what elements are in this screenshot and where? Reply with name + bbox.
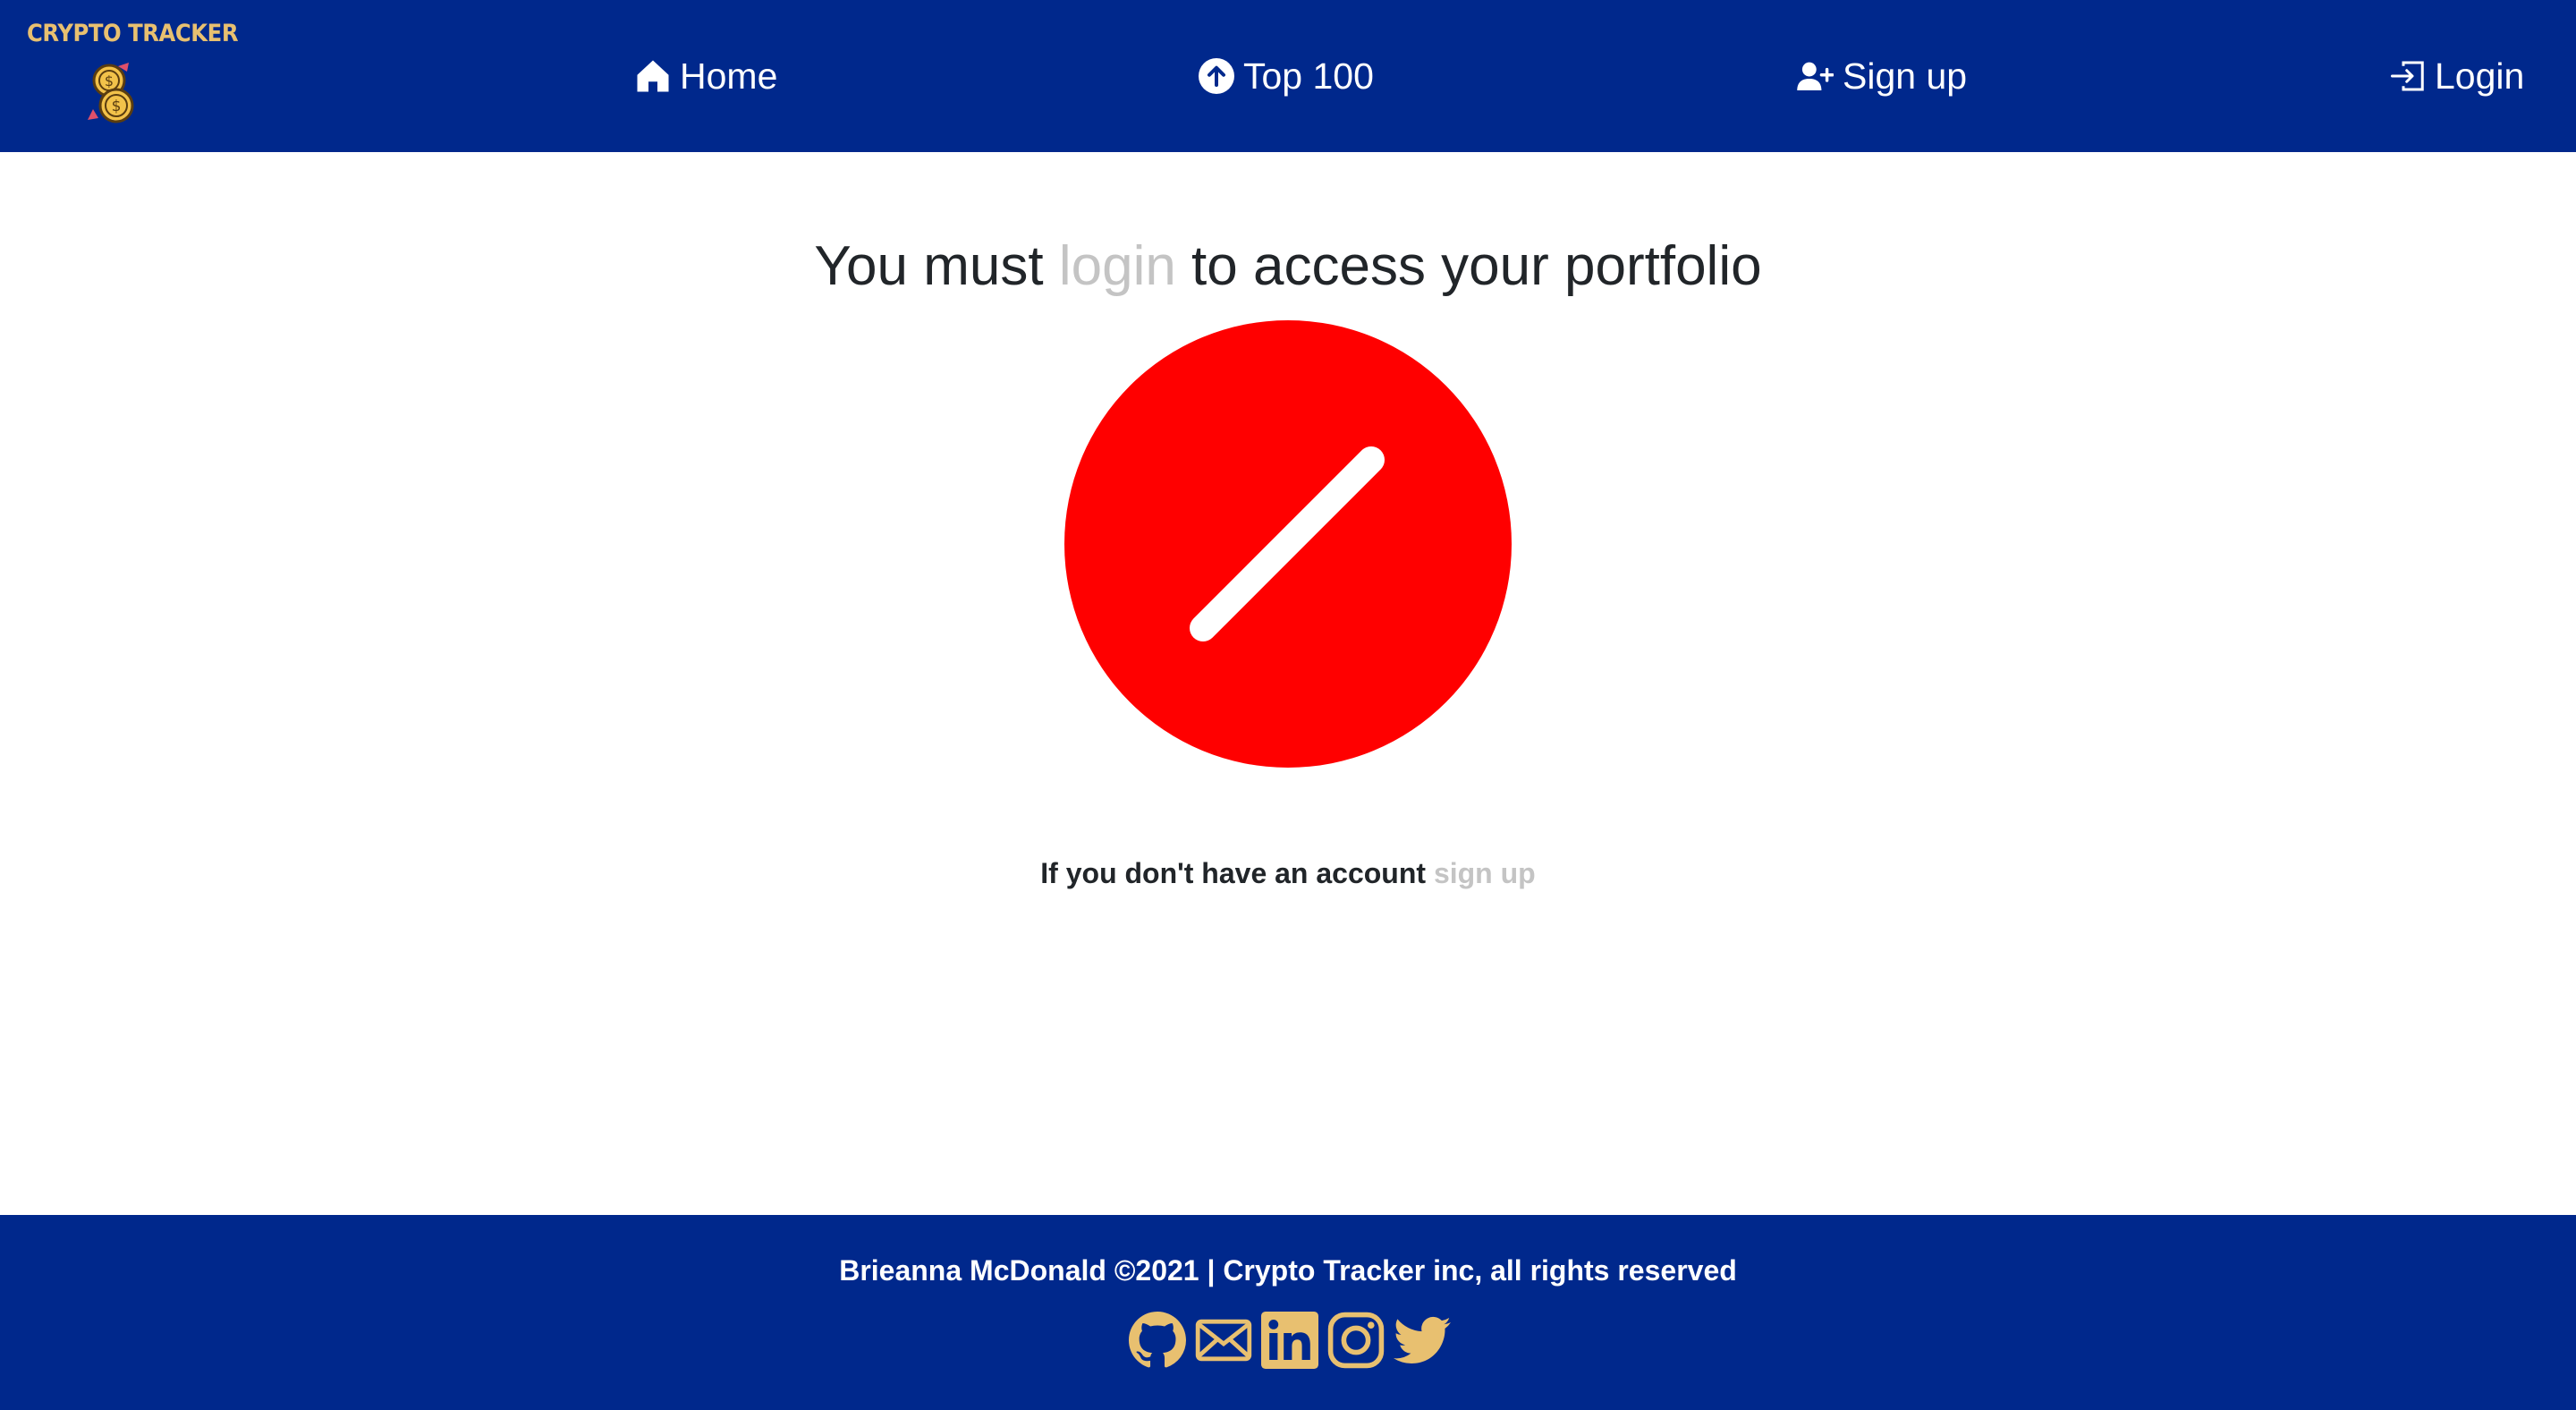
footer: Brieanna McDonald ©2021 | Crypto Tracker… — [0, 1215, 2576, 1410]
brand-name: CRYPTO TRACKER — [27, 20, 239, 47]
login-link[interactable]: login — [1059, 235, 1176, 297]
person-plus-icon — [1797, 62, 1834, 91]
home-icon — [637, 60, 669, 92]
box-arrow-in-right-icon — [2391, 61, 2424, 91]
sign-up-link[interactable]: sign up — [1434, 857, 1536, 889]
signup-prompt-text: If you don't have an account — [1040, 857, 1434, 889]
nav-login-label: Login — [2435, 55, 2525, 97]
github-icon[interactable] — [1129, 1312, 1186, 1369]
nav-home[interactable]: Home — [635, 47, 777, 106]
footer-copyright: Brieanna McDonald ©2021 | Crypto Tracker… — [839, 1254, 1737, 1287]
nav-top-100[interactable]: Top 100 — [1199, 47, 1374, 106]
nav-home-label: Home — [680, 55, 778, 97]
title-prefix: You must — [814, 235, 1059, 297]
page-title: You must login to access your portfolio — [0, 234, 2576, 298]
arrow-up-circle-icon — [1199, 58, 1234, 94]
svg-text:$: $ — [112, 98, 122, 115]
twitter-icon[interactable] — [1394, 1312, 1451, 1369]
nav-top-100-label: Top 100 — [1243, 55, 1374, 97]
crypto-coins-icon: $ $ — [88, 63, 134, 123]
brand-logo[interactable]: CRYPTO TRACKER $ $ — [27, 20, 239, 129]
forbidden-sign-icon — [1064, 320, 1512, 768]
envelope-icon[interactable] — [1195, 1312, 1252, 1369]
social-links — [1129, 1312, 1451, 1369]
navbar: CRYPTO TRACKER $ $ Home Top 100 Sign up … — [0, 0, 2576, 152]
linkedin-icon[interactable] — [1261, 1312, 1318, 1369]
nav-sign-up-label: Sign up — [1843, 55, 1968, 97]
nav-sign-up[interactable]: Sign up — [1796, 47, 1967, 106]
signup-prompt: If you don't have an account sign up — [0, 857, 2576, 890]
svg-text:$: $ — [105, 72, 114, 89]
instagram-icon[interactable] — [1327, 1312, 1385, 1369]
nav-login[interactable]: Login — [2390, 47, 2524, 106]
title-suffix: to access your portfolio — [1175, 235, 1762, 297]
